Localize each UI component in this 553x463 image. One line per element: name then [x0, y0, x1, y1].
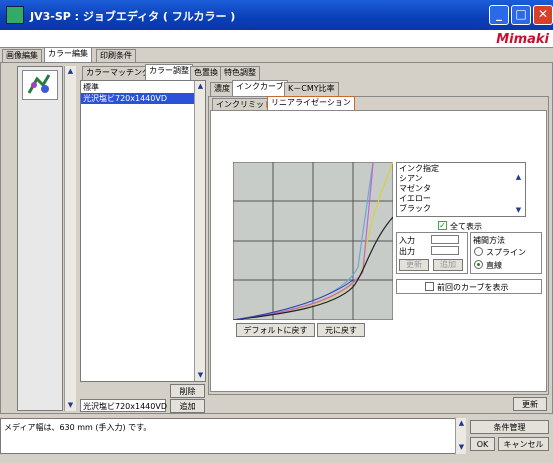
profile-list[interactable]: 標準 光沢塩ビ720x1440VD ▲ ▼ [80, 80, 206, 382]
tab-print-conditions[interactable]: 印刷条件 [96, 49, 136, 63]
thumbnail-icon [23, 71, 57, 99]
prev-curve-checkbox[interactable] [425, 282, 434, 291]
thumbnail-image[interactable] [22, 70, 58, 100]
scroll-down-icon[interactable]: ▼ [195, 370, 206, 381]
brand-logo: Mimaki [496, 32, 549, 47]
spline-label: スプライン [486, 248, 526, 257]
cancel-button[interactable]: キャンセル [498, 437, 549, 451]
delete-button[interactable]: 削除 [170, 384, 205, 398]
update-point-button[interactable]: 更新 [399, 259, 429, 271]
linear-radio[interactable] [474, 260, 483, 269]
ink-item-black[interactable]: ブラック [399, 203, 431, 214]
ink-list[interactable]: インク指定 シアン マゼンタ イエロー ブラック ▲ ▼ [396, 162, 526, 217]
status-message-area: メディア幅は、630 mm (手入力) です。 [0, 418, 466, 454]
profile-scrollbar[interactable]: ▲ ▼ [194, 81, 205, 381]
current-profile-field[interactable]: 光沢塩ビ720x1440VD [80, 399, 167, 412]
tab-density[interactable]: 濃度 [210, 82, 234, 96]
scroll-up-icon[interactable]: ▲ [195, 81, 206, 92]
scroll-down-icon[interactable]: ▼ [456, 442, 467, 453]
scroll-up-icon[interactable]: ▲ [456, 418, 467, 429]
spline-radio[interactable] [474, 247, 483, 256]
show-all-label: 全て表示 [450, 222, 482, 231]
scroll-up-icon[interactable]: ▲ [513, 172, 524, 183]
scroll-down-icon[interactable]: ▼ [65, 400, 76, 411]
brand-bar: Mimaki [0, 30, 553, 48]
tab-color-replace[interactable]: 色置換 [190, 66, 222, 80]
conditions-button[interactable]: 条件管理 [470, 420, 549, 434]
tab-color-matching[interactable]: カラーマッチング [82, 66, 154, 80]
show-all-checkbox[interactable]: ✓ [438, 221, 447, 230]
input-field[interactable] [431, 235, 459, 244]
interpolation-box: 補間方法 スプライン 直線 [470, 232, 542, 274]
current-profile-value: 光沢塩ビ720x1440VD [83, 402, 167, 411]
minimize-button[interactable]: _ [489, 5, 509, 25]
add-button[interactable]: 追加 [170, 399, 205, 413]
update-button[interactable]: 更新 [513, 397, 547, 411]
restore-button[interactable]: 元に戻す [317, 323, 365, 337]
tab-ink-curve[interactable]: インクカーブ [232, 80, 288, 96]
reset-default-button[interactable]: デフォルトに戻す [236, 323, 315, 337]
tab-image-edit[interactable]: 画像編集 [2, 49, 42, 63]
prev-curve-label: 前回のカーブを表示 [437, 283, 509, 292]
prev-curve-box: 前回のカーブを表示 [396, 279, 542, 294]
output-label: 出力 [399, 247, 415, 256]
tab-k-cmy-ratio[interactable]: K－CMY比率 [284, 82, 339, 96]
app-icon [6, 6, 24, 24]
ok-button[interactable]: OK [470, 437, 495, 451]
thumbnail-pane [17, 66, 63, 411]
input-label: 入力 [399, 236, 415, 245]
add-point-button[interactable]: 追加 [433, 259, 463, 271]
tab-spot-color[interactable]: 特色調整 [220, 66, 260, 80]
window-title: JV3-SP : ジョブエディタ ( フルカラー ) [30, 10, 236, 23]
title-bar: JV3-SP : ジョブエディタ ( フルカラー ) _ □ ✕ [0, 0, 553, 30]
status-message: メディア幅は、630 mm (手入力) です。 [4, 423, 152, 432]
scroll-down-icon[interactable]: ▼ [513, 205, 524, 216]
maximize-button[interactable]: □ [511, 5, 531, 25]
interpolation-label: 補間方法 [473, 236, 505, 245]
list-item[interactable]: 標準 [81, 82, 194, 93]
message-scrollbar[interactable]: ▲ ▼ [455, 418, 466, 454]
list-item-selected[interactable]: 光沢塩ビ720x1440VD [81, 93, 194, 104]
ink-curve-graph[interactable] [233, 162, 393, 320]
output-field[interactable] [431, 246, 459, 255]
linear-label: 直線 [486, 261, 502, 270]
io-box: 入力 出力 更新 追加 [396, 232, 468, 274]
close-button[interactable]: ✕ [533, 5, 553, 25]
tab-color-edit[interactable]: カラー編集 [44, 47, 92, 63]
tab-color-adjust[interactable]: カラー調整 [145, 64, 193, 80]
scroll-up-icon[interactable]: ▲ [65, 66, 76, 77]
thumbnail-scrollbar[interactable]: ▲ ▼ [64, 66, 76, 411]
